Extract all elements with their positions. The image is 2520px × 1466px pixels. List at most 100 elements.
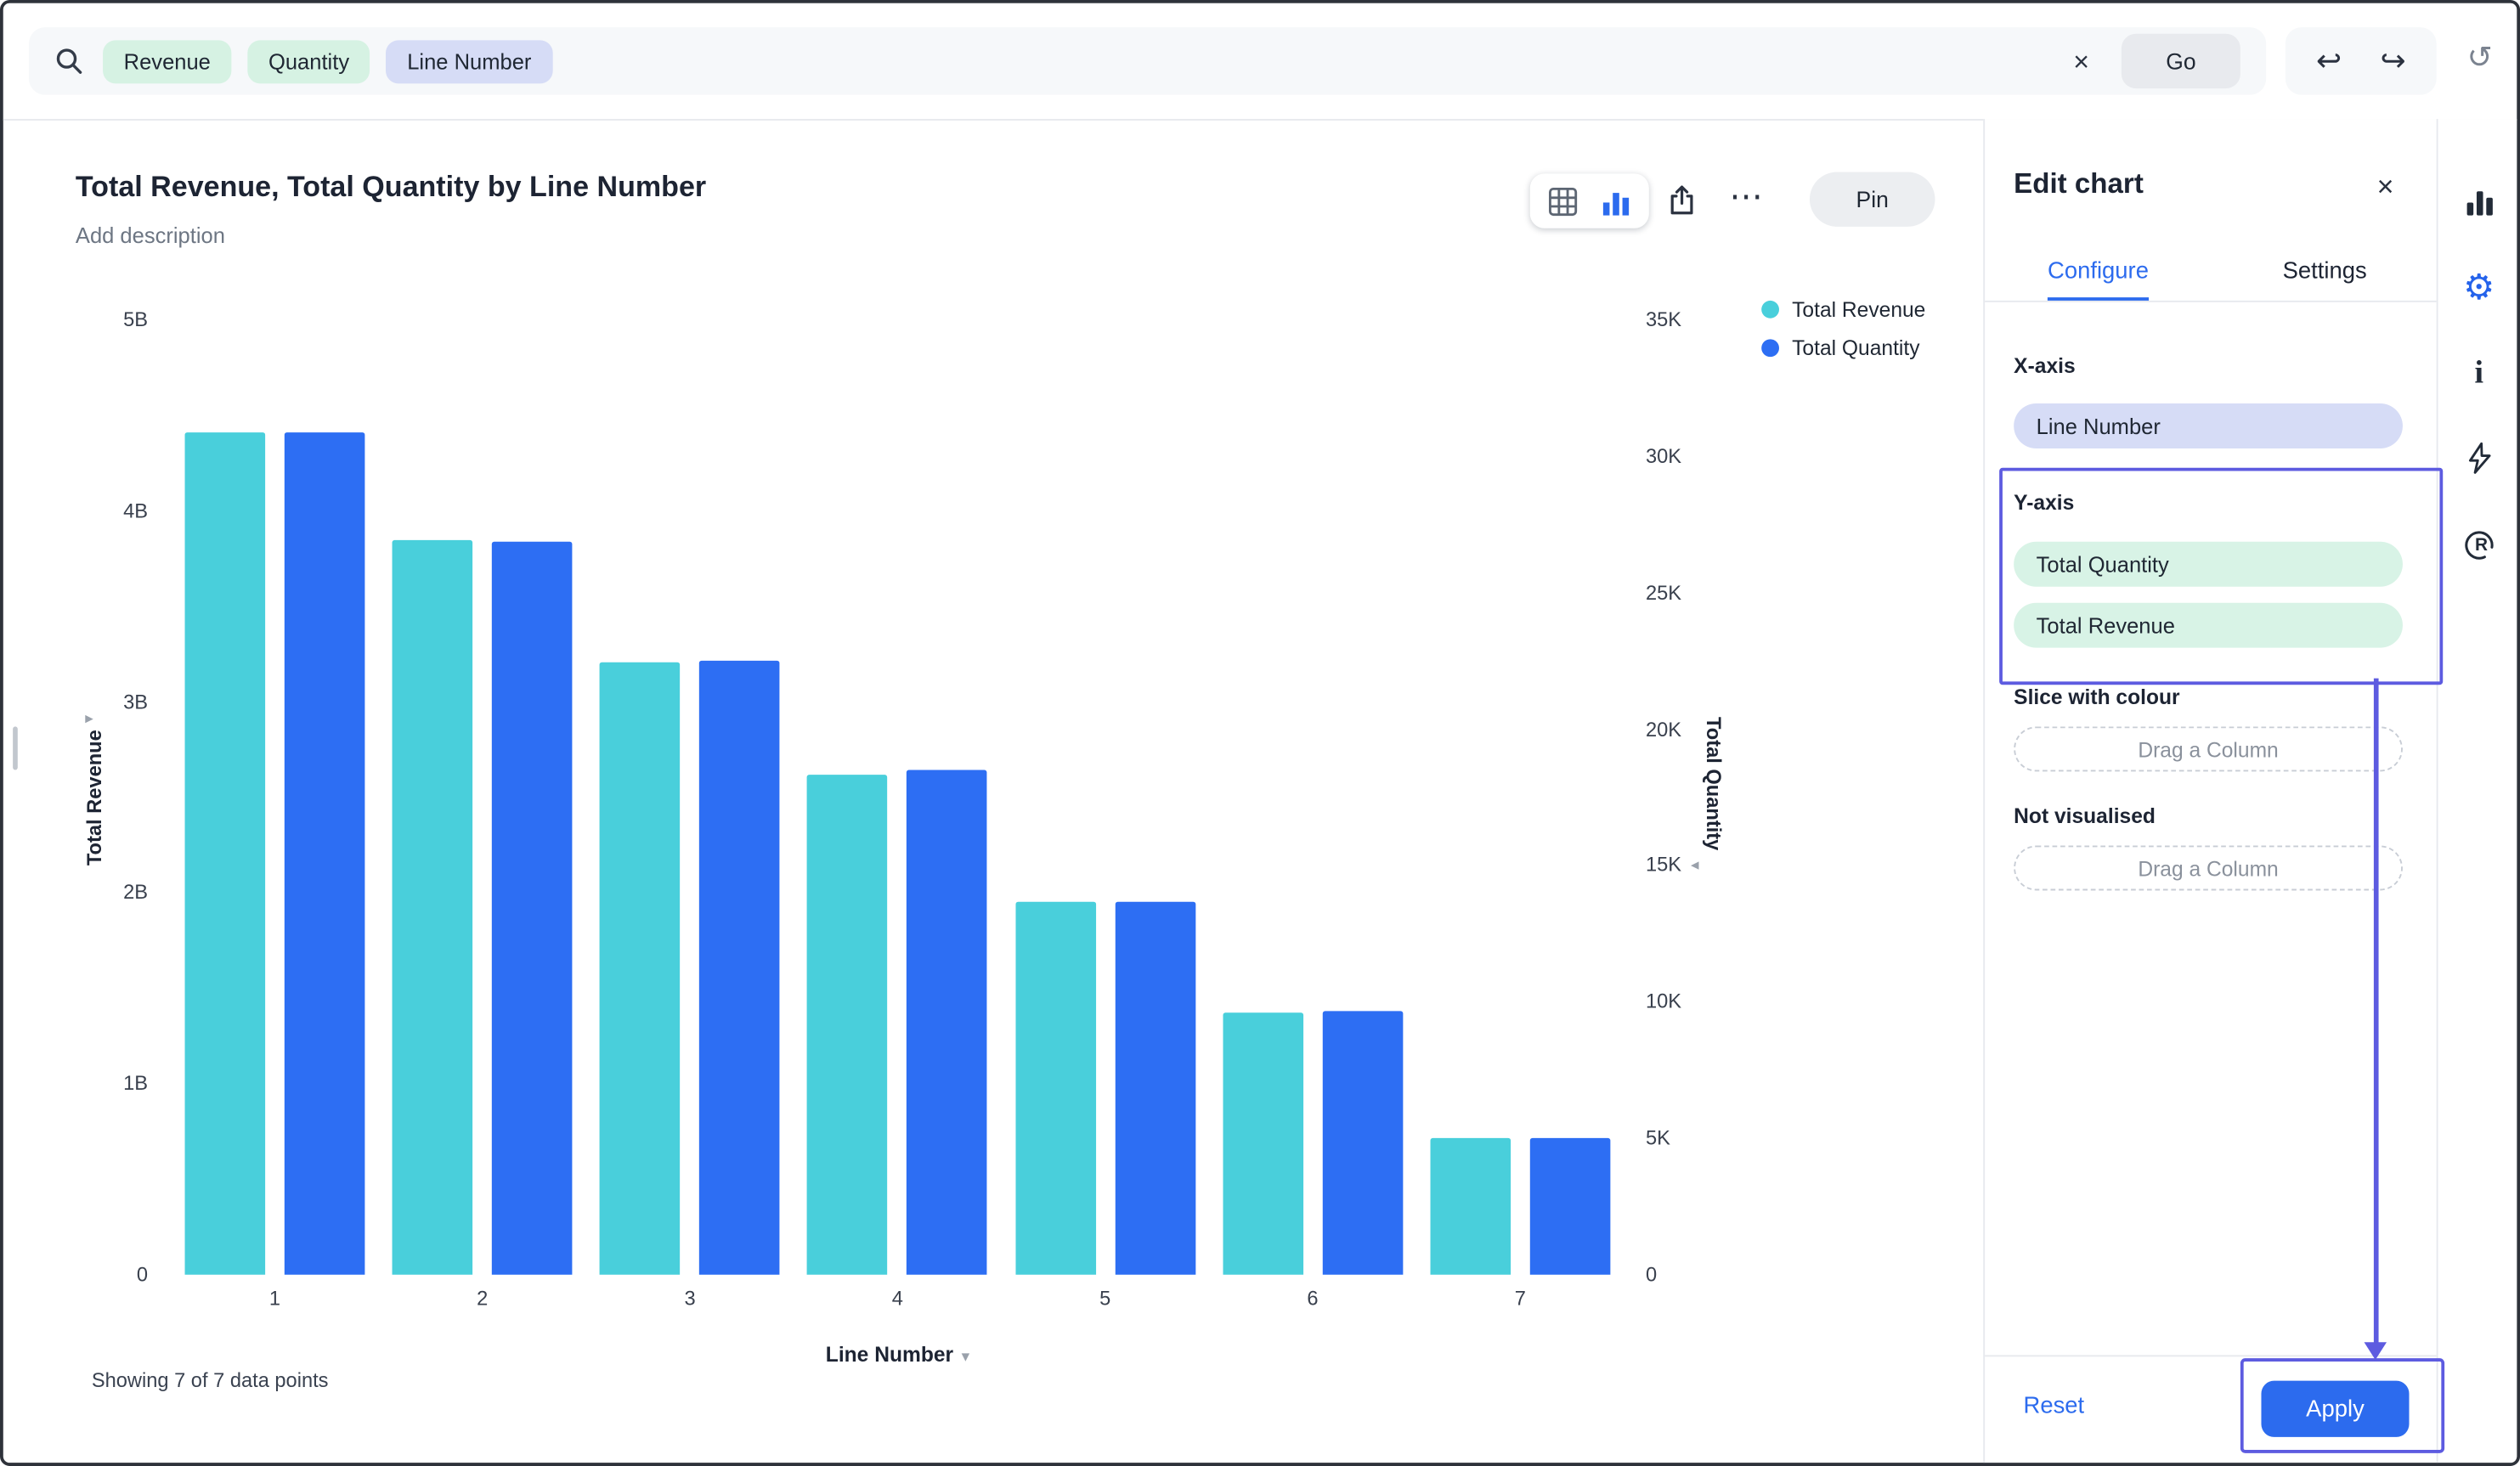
tab-settings-label: Settings	[2282, 257, 2367, 285]
search-icon	[54, 47, 83, 76]
right-axis-ticks: 35K 30K 25K 20K 15K 10K 5K 0	[1645, 308, 1710, 1286]
top-bar: Revenue Quantity Line Number × Go ↩ ↪ ↺	[3, 3, 2517, 121]
bar-chart-plot	[184, 320, 1611, 1275]
bar-total-revenue[interactable]	[392, 539, 473, 1275]
data-points-count: Showing 7 of 7 data points	[91, 1369, 329, 1392]
legend-item[interactable]: Total Revenue	[1761, 297, 1926, 322]
x-axis-section-label: X-axis	[2014, 353, 2076, 378]
x-axis-caret-icon: ▾	[961, 1348, 970, 1367]
right-axis-tick: 0	[1645, 1263, 1658, 1286]
right-axis-tick: 35K	[1645, 308, 1682, 331]
bar-total-quantity[interactable]	[284, 431, 365, 1275]
bar-group	[1223, 1011, 1403, 1275]
bar-total-revenue[interactable]	[1430, 1136, 1511, 1275]
left-axis-tick: 4B	[123, 499, 149, 522]
undo-icon[interactable]: ↩	[2316, 46, 2342, 76]
bar-total-quantity[interactable]	[1529, 1138, 1611, 1275]
bar-total-revenue[interactable]	[600, 662, 681, 1275]
panel-tabs: Configure Settings	[1985, 245, 2438, 302]
not-visualised-section-label: Not visualised	[2014, 803, 2156, 828]
tab-settings[interactable]: Settings	[2212, 245, 2438, 301]
app-frame: Revenue Quantity Line Number × Go ↩ ↪ ↺ …	[0, 0, 2520, 1466]
pin-button[interactable]: Pin	[1809, 172, 1935, 227]
close-panel-icon[interactable]: ×	[2377, 172, 2394, 200]
bar-total-quantity[interactable]	[492, 540, 573, 1275]
refresh-icon[interactable]: ↺	[2467, 43, 2493, 74]
info-icon[interactable]: i	[2460, 353, 2498, 392]
legend-dot-icon	[1761, 300, 1780, 319]
chart-panel-icon[interactable]	[2460, 183, 2498, 222]
y-axis-column-pill-quantity[interactable]: Total Quantity	[2014, 541, 2403, 587]
bar-group	[1014, 900, 1195, 1275]
table-view-icon[interactable]	[1547, 185, 1579, 217]
tab-configure[interactable]: Configure	[1985, 245, 2212, 301]
go-button[interactable]: Go	[2121, 33, 2240, 89]
gear-glyph: ⚙	[2463, 267, 2495, 307]
undo-redo-group: ↩ ↪	[2285, 27, 2437, 95]
slice-section-label: Slice with colour	[2014, 685, 2180, 709]
svg-text:R: R	[2474, 535, 2487, 555]
info-glyph: i	[2474, 355, 2484, 391]
right-toolbar: ⚙ i R	[2436, 119, 2517, 1463]
right-axis-tick: 5K	[1645, 1126, 1670, 1150]
not-visualised-drop-zone[interactable]: Drag a Column	[2014, 845, 2403, 891]
clear-search-icon[interactable]: ×	[2073, 48, 2089, 75]
right-axis-tick: 10K	[1645, 990, 1682, 1013]
y-axis-column-pill-revenue[interactable]: Total Revenue	[2014, 602, 2403, 648]
left-axis-tick: 2B	[123, 881, 149, 905]
left-axis-tick: 3B	[123, 691, 149, 713]
tab-configure-label: Configure	[2048, 245, 2149, 301]
search-token-revenue[interactable]: Revenue	[103, 39, 232, 83]
bar-group	[807, 770, 988, 1275]
view-toggle	[1529, 173, 1649, 228]
x-axis-categories: 1 2 3 4 5 6 7	[185, 1288, 1611, 1310]
bar-total-quantity[interactable]	[1322, 1011, 1403, 1275]
bar-total-quantity[interactable]	[907, 770, 988, 1275]
left-axis-ticks: 5B 4B 3B 2B 1B 0	[87, 308, 149, 1286]
configure-gear-icon[interactable]: ⚙	[2460, 268, 2498, 307]
bar-group	[184, 431, 365, 1275]
slice-drop-zone[interactable]: Drag a Column	[2014, 726, 2403, 772]
add-description[interactable]: Add description	[76, 223, 225, 247]
chart-legend: Total Revenue Total Quantity	[1761, 297, 1925, 360]
x-axis-title[interactable]: Line Number ▾	[185, 1342, 1611, 1366]
redo-icon[interactable]: ↪	[2380, 46, 2405, 76]
bar-total-quantity[interactable]	[699, 661, 781, 1275]
x-axis-category: 5	[1099, 1287, 1111, 1311]
search-bar[interactable]: Revenue Quantity Line Number × Go	[29, 27, 2267, 95]
left-axis-tick: 1B	[123, 1072, 149, 1096]
search-token-quantity[interactable]: Quantity	[247, 39, 370, 83]
bar-total-revenue[interactable]	[807, 774, 889, 1275]
legend-item[interactable]: Total Quantity	[1761, 336, 1925, 360]
right-axis-tick: 30K	[1645, 444, 1682, 468]
edit-chart-title: Edit chart	[2014, 166, 2144, 200]
x-axis-category: 4	[891, 1287, 903, 1311]
apply-button[interactable]: Apply	[2261, 1380, 2410, 1437]
x-axis-category: 6	[1307, 1287, 1319, 1311]
legend-label: Total Revenue	[1792, 297, 1926, 322]
bar-total-quantity[interactable]	[1115, 900, 1195, 1275]
search-token-line-number[interactable]: Line Number	[386, 39, 553, 83]
right-axis-tick: 15K	[1645, 854, 1682, 877]
reset-link[interactable]: Reset	[2024, 1394, 2085, 1419]
x-axis-category: 2	[477, 1287, 489, 1311]
bar-chart-view-icon[interactable]	[1600, 185, 1632, 217]
bar-group	[600, 661, 781, 1275]
y-axis-section-label: Y-axis	[2014, 490, 2075, 515]
edit-chart-panel: Edit chart × Configure Settings X-axis L…	[1983, 119, 2438, 1463]
more-options-icon[interactable]: ⋯	[1729, 177, 1763, 217]
x-axis-category: 3	[684, 1287, 696, 1311]
bar-group	[392, 539, 573, 1275]
panel-resize-handle[interactable]	[13, 726, 18, 770]
x-axis-category: 7	[1514, 1287, 1526, 1311]
x-axis-column-pill[interactable]: Line Number	[2014, 403, 2403, 449]
bar-total-revenue[interactable]	[1014, 902, 1096, 1275]
bar-total-revenue[interactable]	[184, 432, 266, 1275]
bar-total-revenue[interactable]	[1223, 1012, 1303, 1275]
insights-bolt-icon[interactable]	[2460, 439, 2498, 477]
r-analysis-icon[interactable]: R	[2460, 524, 2498, 562]
x-axis-title-label: Line Number	[825, 1342, 954, 1367]
legend-label: Total Quantity	[1792, 335, 1920, 360]
share-export-icon[interactable]	[1665, 183, 1699, 217]
right-axis-tick: 25K	[1645, 581, 1682, 605]
